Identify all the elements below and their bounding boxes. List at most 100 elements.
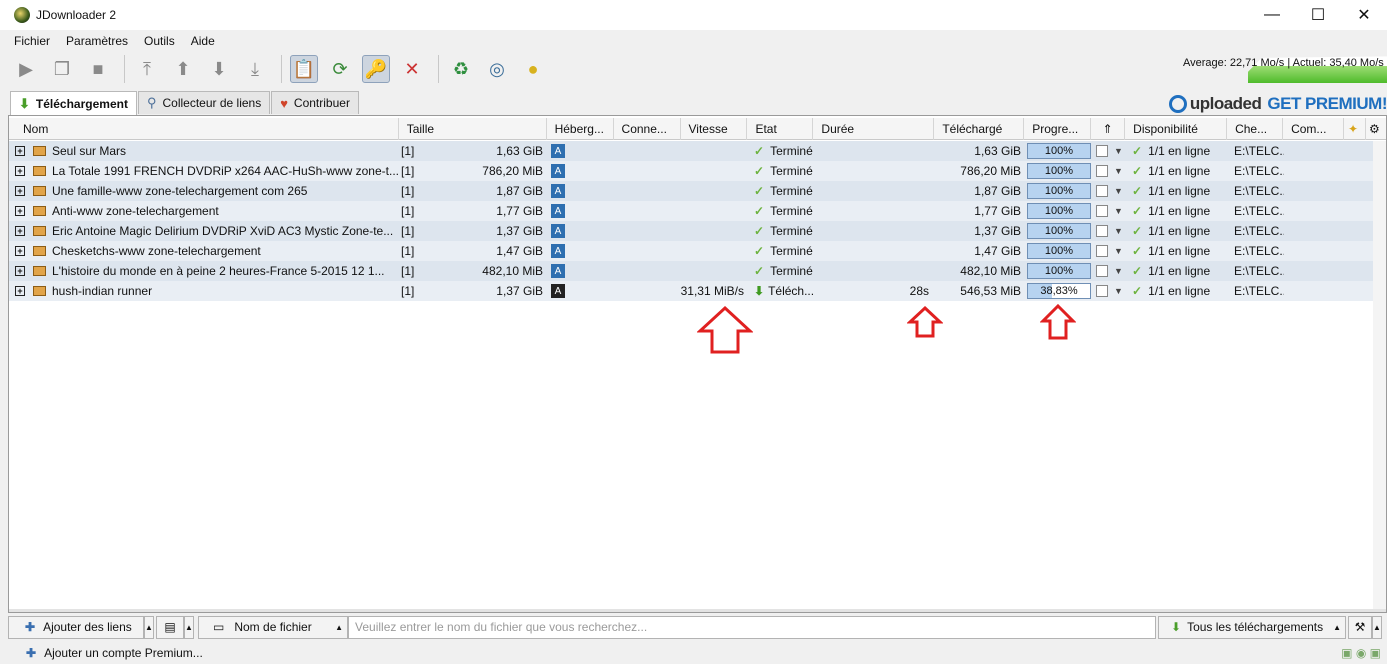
column-header-extra[interactable]: ✦ — [1344, 118, 1366, 140]
expand-toggle[interactable]: + — [15, 166, 25, 176]
expand-toggle[interactable]: + — [15, 266, 25, 276]
menu-fichier[interactable]: Fichier — [6, 34, 58, 48]
silent-mode-icon[interactable]: ✕ — [398, 55, 426, 83]
chevron-down-icon[interactable]: ▼ — [1114, 286, 1123, 296]
close-button[interactable]: ✕ — [1341, 0, 1387, 30]
expand-toggle[interactable]: + — [15, 226, 25, 236]
filename-filter-dropdown[interactable]: ▭ Nom de fichier ▲ — [198, 615, 348, 639]
availability-value: 1/1 en ligne — [1148, 264, 1211, 278]
table-row[interactable]: + L'histoire du monde en à peine 2 heure… — [9, 261, 1373, 281]
minimize-button[interactable]: — — [1249, 0, 1295, 30]
online-check-icon: ✓ — [1132, 204, 1143, 218]
column-header-disponibilite[interactable]: Disponibilité — [1125, 118, 1228, 140]
downloaded-value: 1,87 GiB — [974, 184, 1021, 198]
chevron-down-icon[interactable]: ▼ — [1114, 266, 1123, 276]
expand-toggle[interactable]: + — [15, 286, 25, 296]
move-down-icon[interactable]: ⬇ — [205, 55, 233, 83]
chevron-down-icon[interactable]: ▼ — [1114, 166, 1123, 176]
table-row[interactable]: + Eric Antoine Magic Delirium DVDRiP Xvi… — [9, 221, 1373, 241]
premium-toggle-icon[interactable]: 🔑 — [362, 55, 390, 83]
comment-cell — [1284, 201, 1345, 221]
move-top-icon[interactable]: ⤒ — [133, 55, 161, 83]
menu-parametres[interactable]: Paramètres — [58, 34, 136, 48]
priority-box[interactable] — [1096, 205, 1108, 217]
size-value: 1,37 GiB — [496, 284, 543, 298]
play-icon[interactable]: ▶ — [12, 55, 40, 83]
table-row[interactable]: + La Totale 1991 FRENCH DVDRiP x264 AAC-… — [9, 161, 1373, 181]
table-row[interactable]: + hush-indian runner [1] 1,37 GiB A 31,3… — [9, 281, 1373, 301]
package-name: Une famille-www zone-telechargement com … — [52, 184, 308, 198]
table-row[interactable]: + Une famille-www zone-telechargement co… — [9, 181, 1373, 201]
tools-icon[interactable]: ⚒ — [1348, 615, 1372, 639]
tab-contribuer[interactable]: ♥ Contribuer — [271, 91, 359, 114]
column-header-connexions[interactable]: Conne... — [614, 118, 681, 140]
stop-icon[interactable]: ■ — [84, 55, 112, 83]
move-bottom-icon[interactable]: ⤓ — [241, 55, 269, 83]
column-settings-button[interactable]: ⚙ — [1366, 118, 1386, 140]
priority-box[interactable] — [1096, 145, 1108, 157]
expand-toggle[interactable]: + — [15, 186, 25, 196]
priority-box[interactable] — [1096, 165, 1108, 177]
column-header-taille[interactable]: Taille — [399, 118, 547, 140]
package-icon — [33, 286, 46, 296]
horizontal-scrollbar[interactable] — [9, 609, 1386, 612]
chevron-down-icon[interactable]: ▼ — [1114, 226, 1123, 236]
host-icon: A — [551, 184, 565, 198]
myjdownloader-icon[interactable]: ● — [519, 55, 547, 83]
expand-toggle[interactable]: + — [15, 206, 25, 216]
column-header-progression[interactable]: Progre... — [1024, 118, 1092, 140]
clipboard-monitor-icon[interactable]: 📋 — [290, 55, 318, 83]
column-header-etat[interactable]: Etat — [747, 118, 814, 140]
view-menu-button[interactable]: ▲ — [184, 615, 194, 639]
all-downloads-dropdown[interactable]: ⬇ Tous les téléchargements ▲ — [1158, 615, 1346, 639]
move-up-icon[interactable]: ⬆ — [169, 55, 197, 83]
vertical-scrollbar[interactable] — [1373, 141, 1386, 612]
chevron-down-icon[interactable]: ▼ — [1114, 146, 1123, 156]
tab-collecteur[interactable]: ⚲ Collecteur de liens — [137, 91, 271, 114]
progress-value: 100% — [1044, 245, 1074, 257]
column-header-chemin[interactable]: Che... — [1227, 118, 1284, 140]
expand-toggle[interactable]: + — [15, 146, 25, 156]
chevron-down-icon[interactable]: ▼ — [1114, 246, 1123, 256]
priority-box[interactable] — [1096, 225, 1108, 237]
add-links-menu-button[interactable]: ▲ — [144, 615, 154, 639]
calendar-icon[interactable]: ▤ — [156, 615, 184, 639]
menu-aide[interactable]: Aide — [183, 34, 223, 48]
column-header-nom[interactable]: Nom — [9, 118, 399, 140]
search-input[interactable]: Veuillez entrer le nom du fichier que vo… — [348, 615, 1156, 639]
priority-box[interactable] — [1096, 185, 1108, 197]
add-premium-account-link[interactable]: Ajouter un compte Premium... — [44, 646, 203, 660]
column-header-priority[interactable]: ⇑ — [1091, 118, 1126, 140]
table-row[interactable]: + Seul sur Mars [1] 1,63 GiB A ✓ Terminé … — [9, 141, 1373, 161]
host-icon: A — [551, 164, 565, 178]
host-icon: A — [551, 224, 565, 238]
menu-outils[interactable]: Outils — [136, 34, 183, 48]
chevron-down-icon[interactable]: ▼ — [1114, 186, 1123, 196]
expand-toggle[interactable]: + — [15, 246, 25, 256]
online-check-icon: ✓ — [1132, 164, 1143, 178]
maximize-button[interactable]: ☐ — [1295, 0, 1341, 30]
tools-menu-button[interactable]: ▲ — [1372, 615, 1382, 639]
chevron-down-icon[interactable]: ▼ — [1114, 206, 1123, 216]
reconnect-icon[interactable]: ⟳ — [326, 55, 354, 83]
table-row[interactable]: + Anti-www zone-telechargement [1] 1,77 … — [9, 201, 1373, 221]
premium-banner[interactable]: uploaded GET PREMIUM! — [1168, 92, 1387, 116]
column-header-hebergeur[interactable]: Héberg... — [547, 118, 614, 140]
priority-box[interactable] — [1096, 265, 1108, 277]
pause-icon[interactable]: ❐ — [48, 55, 76, 83]
table-row[interactable]: + Chesketchs-www zone-telechargement [1]… — [9, 241, 1373, 261]
column-header-duree[interactable]: Durée — [813, 118, 935, 140]
connection-icon[interactable]: ◎ — [483, 55, 511, 83]
tab-telechargement[interactable]: ⬇ Téléchargement — [10, 91, 137, 115]
add-links-button[interactable]: ✚ Ajouter des liens — [8, 615, 144, 639]
toolbar-separator — [124, 55, 125, 83]
comment-cell — [1284, 281, 1345, 301]
update-icon[interactable]: ♻ — [447, 55, 475, 83]
path-value: E:\TELC... — [1234, 264, 1284, 278]
column-header-commentaire[interactable]: Com... — [1283, 118, 1345, 140]
priority-box[interactable] — [1096, 285, 1108, 297]
column-header-vitesse[interactable]: Vitesse — [681, 118, 748, 140]
downloaded-value: 546,53 MiB — [960, 284, 1021, 298]
priority-box[interactable] — [1096, 245, 1108, 257]
column-header-telecharge[interactable]: Téléchargé — [934, 118, 1025, 140]
